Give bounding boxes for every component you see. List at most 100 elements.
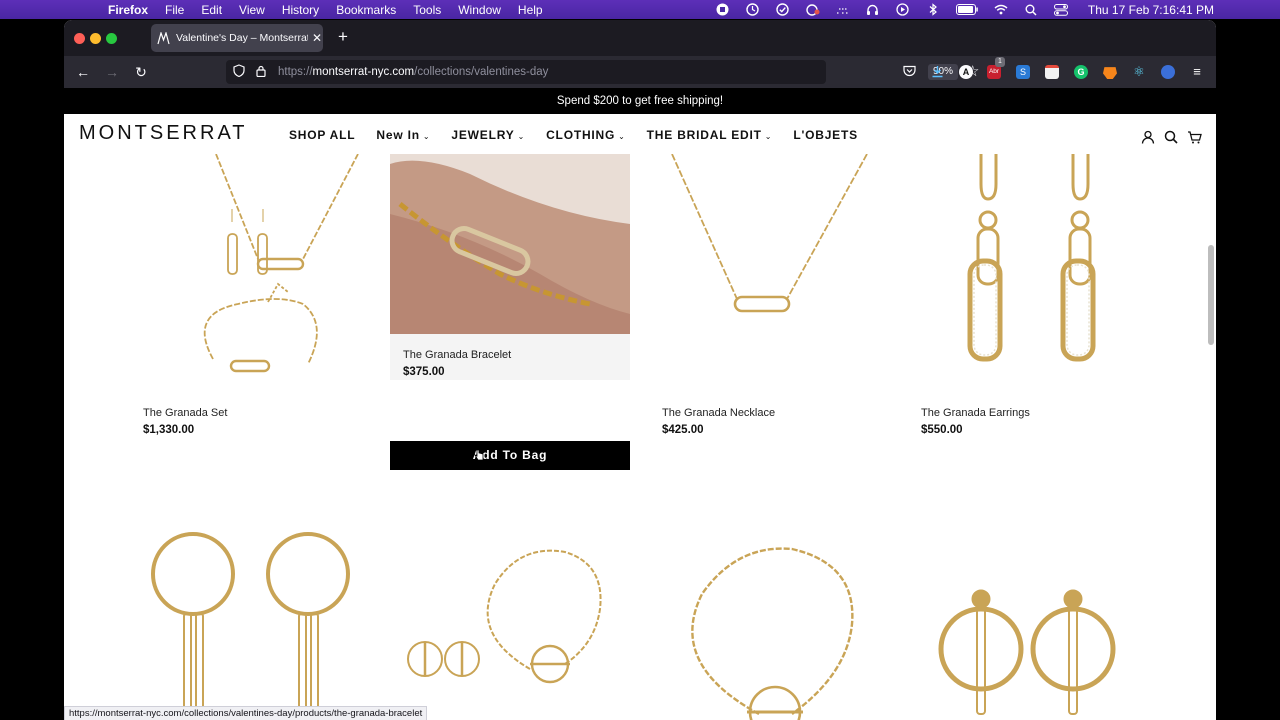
product-name[interactable]: The Granada Necklace <box>662 407 775 419</box>
tracking-protection-shield-icon[interactable] <box>233 64 247 80</box>
menu-help[interactable]: Help <box>518 3 543 17</box>
clock-app-icon[interactable] <box>746 3 760 16</box>
url-host: montserrat-nyc.com <box>312 66 415 78</box>
granada-set-image[interactable] <box>128 154 368 384</box>
extension-badge-count: 1 <box>995 57 1005 67</box>
site-header: MONTSERRAT SHOP ALL New In ⌄ JEWELRY ⌄ CLO… <box>64 114 1216 154</box>
chevron-down-icon: ⌄ <box>764 132 773 141</box>
nav-jewelry[interactable]: JEWELRY ⌄ <box>451 128 525 142</box>
zoom-window-button[interactable] <box>106 32 117 44</box>
url-path: /collections/valentines-day <box>414 66 549 78</box>
nav-shop-all[interactable]: SHOP ALL <box>289 128 355 142</box>
product-grid: The Granada Set $1,330.00 The Granada Br… <box>64 154 1216 720</box>
product-price: $550.00 <box>921 424 963 436</box>
stop-recording-icon[interactable] <box>716 3 730 16</box>
product-card-granada-necklace[interactable]: The Granada Necklace $425.00 <box>647 154 887 454</box>
product-price: $375.00 <box>403 366 445 378</box>
product-price: $425.00 <box>662 424 704 436</box>
nav-bridal-edit[interactable]: THE BRIDAL EDIT ⌄ <box>647 128 773 142</box>
adblock-extension-icon[interactable]: Abr <box>987 65 1001 79</box>
firefox-window: Valentine's Day – Montserrat New York ✕ … <box>64 20 1216 720</box>
profile-extension-icon[interactable] <box>1161 65 1175 79</box>
new-tab-button[interactable]: + <box>338 27 348 47</box>
menu-view[interactable]: View <box>239 3 265 17</box>
montserrat-favicon-icon <box>157 30 170 45</box>
circle-bar-set-image[interactable] <box>390 524 630 720</box>
close-window-button[interactable] <box>74 32 85 44</box>
minimize-window-button[interactable] <box>90 32 101 44</box>
pocket-icon[interactable] <box>902 65 916 79</box>
address-bar[interactable]: https://montserrat-nyc.com/collections/v… <box>226 60 979 84</box>
ball-circle-earrings-image[interactable] <box>906 524 1146 720</box>
check-circle-icon[interactable] <box>776 3 790 16</box>
menu-file[interactable]: File <box>165 3 184 17</box>
granada-necklace-image[interactable] <box>647 154 887 384</box>
nav-clothing-label: CLOTHING <box>546 128 616 142</box>
url-text[interactable]: https://montserrat-nyc.com/collections/v… <box>278 66 548 78</box>
nav-new-in-label: New In <box>376 128 420 142</box>
montserrat-logo[interactable]: MONTSERRAT <box>79 122 248 145</box>
activity-icon[interactable] <box>836 4 850 16</box>
hand-cursor-icon <box>474 449 484 461</box>
circle-bar-bracelet-image[interactable] <box>647 524 887 720</box>
granada-bracelet-image[interactable] <box>390 154 630 334</box>
tab-title: Valentine's Day – Montserrat New York <box>176 32 308 44</box>
forward-button[interactable]: → <box>104 64 120 80</box>
close-tab-icon[interactable]: ✕ <box>312 31 322 45</box>
play-icon[interactable] <box>896 3 910 16</box>
product-name[interactable]: The Granada Bracelet <box>403 349 511 361</box>
metamask-fox-icon[interactable] <box>1103 67 1117 79</box>
product-price: $1,330.00 <box>143 424 195 436</box>
bluetooth-icon[interactable] <box>926 3 940 16</box>
nav-lobjets-label: L'OBJETS <box>793 128 858 142</box>
menu-window[interactable]: Window <box>458 3 501 17</box>
chevron-down-icon: ⌄ <box>517 132 526 141</box>
hamburger-menu-icon[interactable]: ≡ <box>1190 65 1204 79</box>
nav-clothing[interactable]: CLOTHING ⌄ <box>546 128 626 142</box>
nav-shop-all-label: SHOP ALL <box>289 128 356 142</box>
menu-edit[interactable]: Edit <box>201 3 222 17</box>
product-card-granada-bracelet[interactable]: The Granada Bracelet $375.00 <box>390 154 630 384</box>
tab-valentines-day[interactable]: Valentine's Day – Montserrat New York ✕ <box>151 24 323 52</box>
menu-bookmarks[interactable]: Bookmarks <box>336 3 396 17</box>
url-prefix: https:// <box>278 66 313 78</box>
granada-earrings-image[interactable] <box>906 154 1146 384</box>
adblock-extension-label: Abr <box>988 68 1000 75</box>
search-icon[interactable] <box>1163 130 1179 147</box>
downloads-icon[interactable] <box>930 65 944 79</box>
menu-tools[interactable]: Tools <box>413 3 441 17</box>
chevron-down-icon: ⌄ <box>422 132 431 141</box>
lock-icon[interactable] <box>256 65 268 80</box>
product-name[interactable]: The Granada Set <box>143 407 227 419</box>
control-center-icon[interactable] <box>1053 3 1068 16</box>
wifi-icon[interactable] <box>994 4 1008 16</box>
nav-lobjets[interactable]: L'OBJETS <box>793 128 858 142</box>
spotlight-search-icon[interactable] <box>1024 4 1038 16</box>
product-card-granada-earrings[interactable]: The Granada Earrings $550.00 <box>906 154 1146 454</box>
headphones-icon[interactable] <box>866 4 880 16</box>
menu-bar-clock[interactable]: Thu 17 Feb 7:16:41 PM <box>1088 3 1214 17</box>
nav-new-in[interactable]: New In ⌄ <box>376 128 430 142</box>
tab-strip: Valentine's Day – Montserrat New York ✕ … <box>64 20 1216 56</box>
add-to-bag-button[interactable]: Add To Bag <box>390 441 630 470</box>
reload-button[interactable]: ↻ <box>133 64 149 81</box>
menu-history[interactable]: History <box>282 3 319 17</box>
react-devtools-icon[interactable]: ⚛ <box>1132 65 1146 79</box>
cart-icon[interactable] <box>1186 130 1202 147</box>
page-scrollbar[interactable] <box>1208 245 1214 345</box>
menu-app-name[interactable]: Firefox <box>108 3 148 17</box>
main-nav: SHOP ALL New In ⌄ JEWELRY ⌄ CLOTHING ⌄ THE … <box>289 128 879 142</box>
calendar-extension-icon[interactable] <box>1045 65 1059 79</box>
product-card-granada-set[interactable]: The Granada Set $1,330.00 <box>128 154 368 454</box>
grammarly-icon[interactable]: G <box>1074 65 1088 79</box>
extension-s-icon[interactable]: S <box>1016 65 1030 79</box>
creative-cloud-icon[interactable] <box>806 3 820 16</box>
hoop-drop-earrings-image[interactable] <box>128 524 368 720</box>
macos-menu-bar: Firefox File Edit View History Bookmarks… <box>0 0 1280 19</box>
back-button[interactable]: ← <box>75 64 91 80</box>
product-name[interactable]: The Granada Earrings <box>921 407 1030 419</box>
link-status-bar: https://montserrat-nyc.com/collections/v… <box>64 706 428 720</box>
account-icon[interactable] <box>1140 130 1156 147</box>
extension-a-icon[interactable]: A <box>959 65 973 79</box>
battery-icon[interactable] <box>955 4 978 16</box>
